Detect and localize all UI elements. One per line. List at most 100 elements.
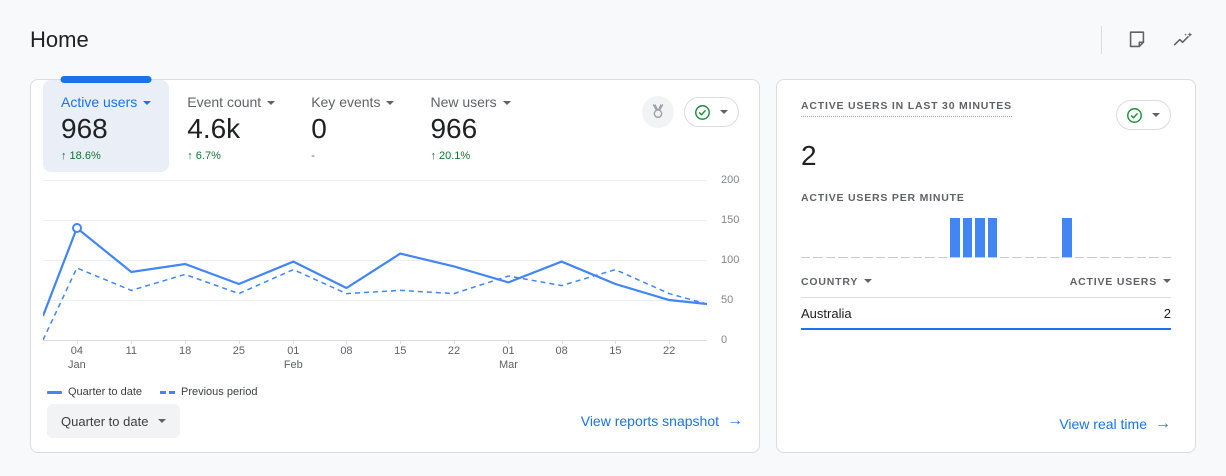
x-tick-text: 08 <box>340 344 352 358</box>
minute-slot-13 <box>963 218 972 258</box>
x-tick-label: 01Feb <box>284 344 303 373</box>
gridline-0 <box>43 340 707 341</box>
insights-icon[interactable] <box>1170 27 1196 53</box>
view-reports-snapshot-link[interactable]: View reports snapshot→ <box>581 412 743 430</box>
x-tick-text: 22 <box>448 344 460 358</box>
x-tick-label: 25 <box>233 344 245 358</box>
metric-value: 4.6k <box>187 113 275 145</box>
x-tick-text: 01 <box>499 344 518 358</box>
view-real-time-link[interactable]: View real time→ <box>1059 415 1171 433</box>
minute-slot-10 <box>925 218 934 258</box>
arrow-right-icon: → <box>1155 415 1171 433</box>
minute-slot-11 <box>938 218 947 258</box>
minute-slot-21 <box>1062 218 1071 258</box>
metric-delta: ↑ 18.6% <box>61 150 151 162</box>
legend-label: Quarter to date <box>68 386 142 398</box>
metric-label: New users <box>430 94 510 110</box>
country-column-header[interactable]: COUNTRY <box>801 276 872 288</box>
minute-slot-25 <box>1112 218 1121 258</box>
minute-slot-27 <box>1137 218 1146 258</box>
benchmark-medal-icon[interactable] <box>642 96 674 128</box>
y-tick-200: 200 <box>721 174 739 186</box>
minute-slot-6 <box>876 218 885 258</box>
minute-slot-0 <box>801 218 810 258</box>
metric-card-event-count[interactable]: Event count4.6k↑ 6.7% <box>169 80 293 172</box>
chevron-down-icon <box>158 419 166 427</box>
metric-card-new-users[interactable]: New users966↑ 20.1% <box>412 80 528 172</box>
chevron-down-icon <box>1163 279 1171 287</box>
x-tick-label: 01Mar <box>499 344 518 373</box>
y-tick-150: 150 <box>721 214 739 226</box>
country-active-users: 2 <box>1164 306 1171 321</box>
chevron-down-icon <box>864 279 872 287</box>
metric-label: Key events <box>311 94 394 110</box>
minute-slot-3 <box>838 218 847 258</box>
country-row: Australia2 <box>801 298 1171 328</box>
x-tick-label: 18 <box>179 344 191 358</box>
y-tick-0: 0 <box>721 334 727 346</box>
notes-icon[interactable] <box>1124 27 1150 53</box>
minute-slot-5 <box>863 218 872 258</box>
x-tick-label: 15 <box>609 344 621 358</box>
data-quality-button[interactable] <box>1116 100 1171 130</box>
page-title: Home <box>30 27 89 53</box>
minute-slot-1 <box>813 218 822 258</box>
metric-value: 966 <box>430 113 510 145</box>
x-tick-label: 22 <box>663 344 675 358</box>
x-axis-labels: 04Jan11182501Feb08152201Mar081522 <box>43 344 707 378</box>
check-circle-icon <box>1125 106 1144 125</box>
minute-bar <box>975 218 984 257</box>
y-axis-labels: 200150100500 <box>707 180 745 340</box>
minute-slot-12 <box>950 218 959 258</box>
line-chart-plot <box>43 180 707 340</box>
arrow-right-icon: → <box>727 412 743 430</box>
country-row-bar <box>801 328 1171 330</box>
x-tick-text: 25 <box>233 344 245 358</box>
chevron-down-icon <box>720 110 728 118</box>
x-tick-text: 01 <box>284 344 303 358</box>
data-quality-button[interactable] <box>684 97 739 127</box>
x-tick-text: Feb <box>284 358 303 372</box>
minute-bar <box>988 218 997 257</box>
minute-slot-4 <box>851 218 860 258</box>
series-dashed <box>43 268 707 340</box>
minute-slot-29 <box>1162 218 1171 258</box>
x-tick-text: Jan <box>68 358 86 372</box>
minute-slot-15 <box>988 218 997 258</box>
x-tick-label: 04Jan <box>68 344 86 373</box>
x-tick-text: 15 <box>609 344 621 358</box>
metric-selector-group: Active users968↑ 18.6%Event count4.6k↑ 6… <box>43 80 529 172</box>
date-range-label: Quarter to date <box>61 414 148 429</box>
minute-slot-7 <box>888 218 897 258</box>
metric-card-active-users[interactable]: Active users968↑ 18.6% <box>43 80 169 172</box>
minute-bar <box>950 218 959 257</box>
minute-slot-14 <box>975 218 984 258</box>
minute-slot-9 <box>913 218 922 258</box>
per-minute-bar-chart <box>801 218 1171 258</box>
minute-slot-28 <box>1149 218 1158 258</box>
realtime-title: ACTIVE USERS IN LAST 30 MINUTES <box>801 100 1012 117</box>
minute-slot-20 <box>1050 218 1059 258</box>
x-tick-text: 04 <box>68 344 86 358</box>
header: Home <box>0 0 1226 62</box>
x-tick-label: 11 <box>126 344 137 358</box>
realtime-country-table: COUNTRY ACTIVE USERS Australia2 <box>801 276 1171 330</box>
home-dashboard: Active users968↑ 18.6%Event count4.6k↑ 6… <box>0 62 1226 453</box>
x-tick-text: Mar <box>499 358 518 372</box>
chevron-down-icon <box>386 101 394 109</box>
minute-bar <box>963 218 972 257</box>
minute-slot-8 <box>901 218 910 258</box>
y-tick-100: 100 <box>721 254 739 266</box>
x-tick-label: 22 <box>448 344 460 358</box>
minute-slot-22 <box>1075 218 1084 258</box>
overview-card: Active users968↑ 18.6%Event count4.6k↑ 6… <box>30 79 760 453</box>
x-tick-label: 08 <box>340 344 352 358</box>
minute-slot-17 <box>1012 218 1021 258</box>
active-users-column-header[interactable]: ACTIVE USERS <box>1070 276 1171 288</box>
metric-delta: - <box>311 150 394 162</box>
metric-card-key-events[interactable]: Key events0- <box>293 80 412 172</box>
x-tick-label: 08 <box>555 344 567 358</box>
minute-slot-16 <box>1000 218 1009 258</box>
chevron-down-icon <box>143 101 151 109</box>
date-range-button[interactable]: Quarter to date <box>47 404 180 438</box>
